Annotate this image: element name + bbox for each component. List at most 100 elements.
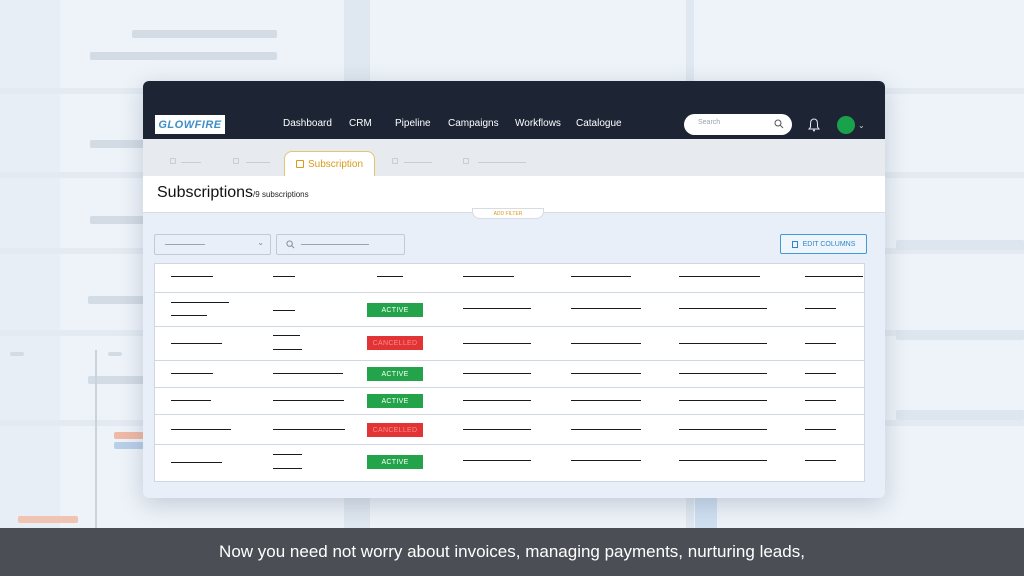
nav-campaigns[interactable]: Campaigns bbox=[448, 118, 499, 129]
table-cell bbox=[571, 460, 641, 461]
table-cell bbox=[679, 373, 767, 374]
table-cell bbox=[679, 460, 767, 461]
table-cell bbox=[273, 468, 302, 469]
status-badge: ACTIVE bbox=[367, 455, 423, 469]
columns-icon bbox=[791, 240, 798, 248]
subscriptions-table: ACTIVE CANCELLED ACTIVE ACTIVE CANCELLED… bbox=[154, 263, 865, 482]
status-badge: ACTIVE bbox=[367, 367, 423, 381]
status-badge: ACTIVE bbox=[367, 394, 423, 408]
table-cell bbox=[679, 400, 767, 401]
nav-workflows[interactable]: Workflows bbox=[515, 118, 561, 129]
video-caption: Now you need not worry about invoices, m… bbox=[0, 528, 1024, 576]
table-search-placeholder bbox=[301, 244, 369, 245]
search-input[interactable]: Search bbox=[684, 114, 792, 135]
table-cell bbox=[171, 343, 222, 344]
tab-placeholder[interactable] bbox=[181, 162, 201, 163]
column-header[interactable] bbox=[273, 276, 295, 277]
table-header bbox=[155, 264, 864, 293]
table-cell bbox=[805, 373, 836, 374]
status-badge: CANCELLED bbox=[367, 423, 423, 437]
table-cell bbox=[805, 429, 836, 430]
column-header[interactable] bbox=[463, 276, 514, 277]
table-row[interactable]: ACTIVE bbox=[155, 361, 864, 388]
table-cell bbox=[805, 400, 836, 401]
filter-select-value bbox=[165, 244, 205, 245]
search-icon[interactable] bbox=[774, 119, 784, 129]
table-cell bbox=[463, 308, 531, 309]
table-cell bbox=[679, 343, 767, 344]
table-cell bbox=[571, 343, 641, 344]
table-cell bbox=[171, 302, 229, 303]
nav-pipeline[interactable]: Pipeline bbox=[395, 118, 431, 129]
status-badge: CANCELLED bbox=[367, 336, 423, 350]
table-cell bbox=[463, 460, 531, 461]
table-cell bbox=[273, 400, 344, 401]
table-row[interactable]: CANCELLED bbox=[155, 327, 864, 361]
nav-dashboard[interactable]: Dashboard bbox=[283, 118, 332, 129]
edit-columns-label: EDIT COLUMNS bbox=[802, 240, 856, 248]
table-cell bbox=[805, 343, 836, 344]
tab-subscription[interactable]: Subscription bbox=[284, 151, 375, 176]
nav-crm[interactable]: CRM bbox=[349, 118, 372, 129]
table-cell bbox=[805, 308, 836, 309]
table-cell bbox=[171, 373, 213, 374]
table-cell bbox=[463, 429, 531, 430]
table-cell bbox=[273, 349, 302, 350]
table-cell bbox=[463, 343, 531, 344]
table-row[interactable]: ACTIVE bbox=[155, 388, 864, 415]
status-badge: ACTIVE bbox=[367, 303, 423, 317]
chevron-down-icon: ⌄ bbox=[257, 238, 264, 247]
table-cell bbox=[571, 429, 641, 430]
column-header[interactable] bbox=[805, 276, 863, 277]
table-cell bbox=[571, 373, 641, 374]
logo[interactable]: GLOWFIRE bbox=[155, 115, 225, 134]
table-cell bbox=[273, 335, 300, 336]
tab-placeholder-icon bbox=[233, 158, 239, 164]
avatar[interactable] bbox=[837, 116, 855, 134]
table-cell bbox=[463, 400, 531, 401]
table-cell bbox=[805, 460, 836, 461]
page-title-text: Subscriptions bbox=[157, 184, 254, 201]
table-cell bbox=[273, 429, 345, 430]
column-header[interactable] bbox=[377, 276, 403, 277]
tab-placeholder[interactable] bbox=[478, 162, 526, 163]
table-row[interactable]: CANCELLED bbox=[155, 415, 864, 445]
nav-catalogue[interactable]: Catalogue bbox=[576, 118, 622, 129]
chevron-down-icon[interactable]: ⌄ bbox=[858, 121, 865, 130]
table-cell bbox=[171, 400, 211, 401]
edit-columns-button[interactable]: EDIT COLUMNS bbox=[780, 234, 867, 254]
table-cell bbox=[171, 462, 222, 463]
column-header[interactable] bbox=[171, 276, 213, 277]
table-cell bbox=[571, 308, 641, 309]
tab-bar: Subscription bbox=[143, 139, 885, 176]
tab-placeholder-icon bbox=[170, 158, 176, 164]
search-icon bbox=[286, 240, 295, 249]
table-search-input[interactable] bbox=[276, 234, 405, 255]
table-cell bbox=[171, 315, 207, 316]
bell-icon[interactable] bbox=[808, 118, 820, 132]
tab-placeholder[interactable] bbox=[404, 162, 432, 163]
table-cell bbox=[273, 373, 343, 374]
tab-placeholder[interactable] bbox=[246, 162, 270, 163]
table-cell bbox=[679, 429, 767, 430]
table-cell bbox=[171, 429, 231, 430]
subscription-icon bbox=[295, 160, 304, 168]
column-header[interactable] bbox=[571, 276, 631, 277]
table-cell bbox=[463, 373, 531, 374]
top-navbar: GLOWFIRE Dashboard CRM Pipeline Campaign… bbox=[143, 81, 885, 139]
add-filter-button[interactable]: ADD FILTER bbox=[472, 208, 544, 219]
table-row[interactable]: ACTIVE bbox=[155, 293, 864, 327]
table-cell bbox=[273, 454, 302, 455]
table-row[interactable]: ACTIVE bbox=[155, 445, 864, 481]
search-placeholder: Search bbox=[698, 119, 721, 126]
tab-placeholder-icon bbox=[463, 158, 469, 164]
table-cell bbox=[679, 308, 767, 309]
filter-select[interactable]: ⌄ bbox=[154, 234, 271, 255]
table-cell bbox=[273, 310, 295, 311]
tab-subscription-label: Subscription bbox=[307, 158, 364, 170]
subscription-count: /9 subscriptions bbox=[253, 190, 309, 199]
app-window: GLOWFIRE Dashboard CRM Pipeline Campaign… bbox=[143, 81, 885, 498]
table-cell bbox=[571, 400, 641, 401]
tab-placeholder-icon bbox=[392, 158, 398, 164]
column-header[interactable] bbox=[679, 276, 760, 277]
